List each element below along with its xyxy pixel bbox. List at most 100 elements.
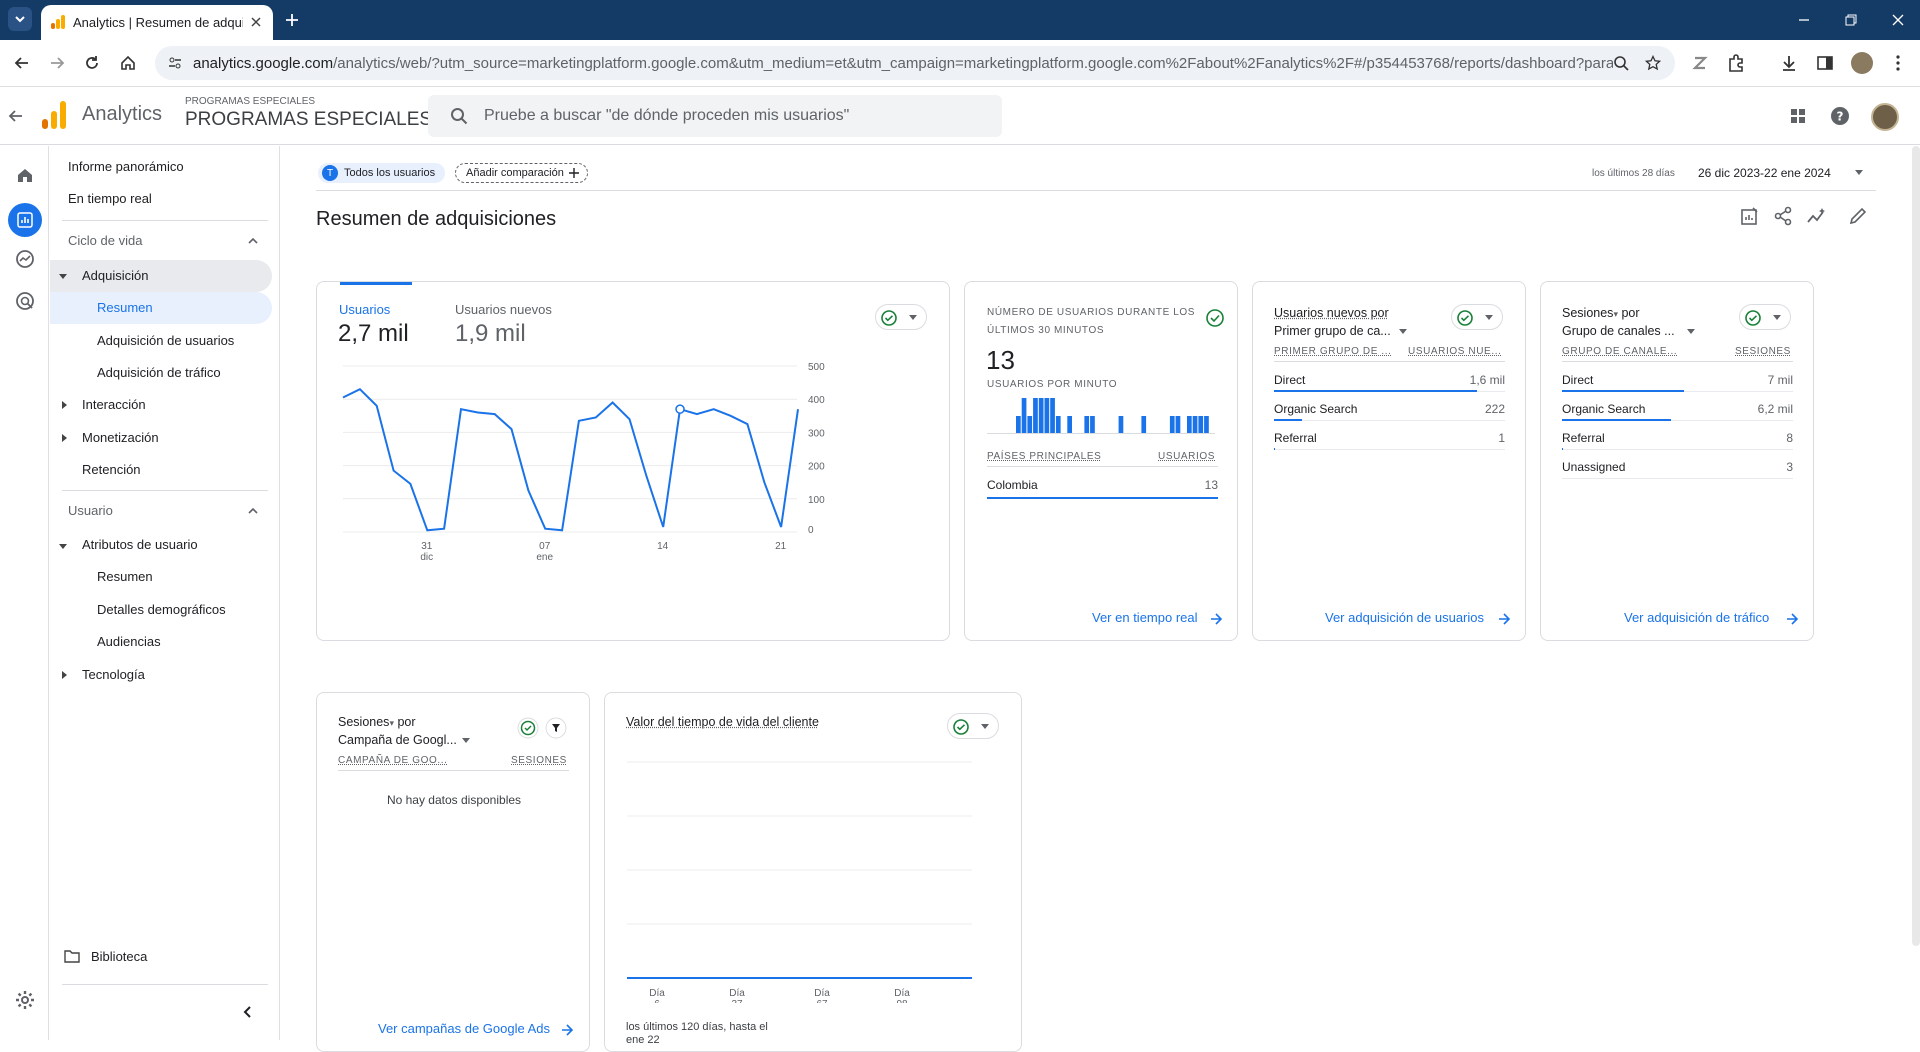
close-icon[interactable] bbox=[249, 15, 263, 29]
sidebar-item-retencion[interactable]: Retención bbox=[82, 455, 141, 485]
insights-icon[interactable] bbox=[1806, 206, 1826, 226]
row-share-bar bbox=[1562, 419, 1671, 421]
minimize-icon[interactable] bbox=[1796, 12, 1812, 28]
col-metric: USUARIOS NUE... bbox=[1408, 346, 1502, 357]
row-share-bar bbox=[1274, 448, 1275, 450]
property-selector[interactable]: PROGRAMAS ESPECIALES bbox=[185, 109, 432, 131]
sidebar-item-adquisicion-usuarios[interactable]: Adquisición de usuarios bbox=[97, 326, 234, 356]
date-range-selector[interactable]: 26 dic 2023-22 ene 2024 bbox=[1698, 166, 1831, 180]
caret-down-icon[interactable] bbox=[1398, 328, 1408, 336]
campaign-link[interactable]: Ver campañas de Google Ads bbox=[378, 1021, 550, 1036]
sessions-dimension-selector[interactable]: Grupo de canales ... bbox=[1562, 324, 1675, 338]
sidebar-item-tecnologia[interactable]: Tecnología bbox=[82, 660, 145, 690]
chevron-up-icon[interactable] bbox=[246, 504, 260, 518]
realtime-link[interactable]: Ver en tiempo real bbox=[1092, 610, 1198, 625]
sidebar-item-demograficos[interactable]: Detalles demográficos bbox=[97, 595, 226, 625]
arrow-right-icon[interactable] bbox=[1498, 613, 1510, 625]
share-icon[interactable] bbox=[1773, 206, 1793, 226]
zoom-icon[interactable] bbox=[1613, 55, 1629, 71]
window-close-icon[interactable] bbox=[1890, 12, 1906, 28]
profile-avatar[interactable] bbox=[1851, 52, 1873, 74]
side-panel-icon[interactable] bbox=[1815, 53, 1835, 73]
account-avatar[interactable] bbox=[1871, 103, 1899, 131]
compare-menu-button[interactable] bbox=[875, 304, 927, 330]
back-arrow-icon[interactable] bbox=[6, 106, 26, 126]
ltv-card: Valor del tiempo de vida del cliente Día… bbox=[604, 692, 1022, 1052]
campaign-metric-selector[interactable]: Sesiones▾ por bbox=[338, 715, 416, 729]
newusers-dimension-selector[interactable]: Primer grupo de ca... bbox=[1274, 324, 1391, 338]
check-circle-icon bbox=[1457, 310, 1473, 326]
new-tab-icon[interactable] bbox=[284, 12, 300, 28]
caret-down-icon[interactable] bbox=[1686, 328, 1696, 336]
compare-menu-button[interactable] bbox=[1451, 304, 1503, 330]
check-circle-icon[interactable] bbox=[517, 717, 539, 739]
sidebar-item-resumen-usuario[interactable]: Resumen bbox=[97, 562, 153, 592]
col-dimension: CAMPAÑA DE GOO... bbox=[338, 755, 448, 766]
home-icon[interactable] bbox=[118, 53, 138, 73]
arrow-right-icon[interactable] bbox=[1210, 613, 1222, 625]
check-circle-icon[interactable] bbox=[1205, 308, 1225, 328]
edit-pencil-icon[interactable] bbox=[1848, 206, 1868, 226]
sidebar-item-monetizacion[interactable]: Monetización bbox=[82, 423, 159, 453]
reload-icon[interactable] bbox=[82, 53, 102, 73]
reports-nav-icon[interactable] bbox=[8, 203, 42, 237]
explore-nav-icon[interactable] bbox=[15, 249, 35, 269]
tab-usuarios-nuevos-label[interactable]: Usuarios nuevos bbox=[455, 302, 552, 317]
restore-icon[interactable] bbox=[1843, 12, 1859, 28]
sidebar-item-atributos[interactable]: Atributos de usuario bbox=[82, 530, 198, 560]
arrow-right-icon[interactable] bbox=[1786, 613, 1798, 625]
sessions-metric-selector[interactable]: Sesiones▾ por bbox=[1562, 306, 1640, 320]
download-icon[interactable] bbox=[1779, 53, 1799, 73]
col-metric: SESIONES bbox=[511, 755, 567, 766]
newusers-metric[interactable]: Usuarios nuevos por bbox=[1274, 306, 1389, 320]
caret-down-icon[interactable] bbox=[461, 737, 471, 745]
caret-down-icon: ▾ bbox=[389, 718, 394, 728]
sidebar-item-resumen-active[interactable]: Resumen bbox=[97, 293, 153, 323]
compare-menu-button[interactable] bbox=[947, 713, 999, 739]
section-ciclo-de-vida[interactable]: Ciclo de vida bbox=[68, 226, 142, 256]
filter-icon[interactable] bbox=[545, 717, 567, 739]
campaign-dimension-selector[interactable]: Campaña de Googl... bbox=[338, 733, 457, 747]
admin-gear-icon[interactable] bbox=[15, 990, 35, 1010]
sidebar-item-biblioteca[interactable]: Biblioteca bbox=[91, 942, 147, 972]
bookmark-star-icon[interactable] bbox=[1645, 55, 1661, 71]
y-tick-label: 500 bbox=[808, 362, 825, 373]
caret-down-icon bbox=[1773, 315, 1781, 320]
home-nav-icon[interactable] bbox=[15, 165, 35, 185]
chrome-menu-icon[interactable] bbox=[1888, 53, 1908, 73]
segment-chip[interactable]: T Todos los usuarios bbox=[318, 163, 446, 183]
compare-menu-button[interactable] bbox=[1739, 304, 1791, 330]
tab-search-button[interactable] bbox=[8, 7, 32, 31]
sidebar-item-audiencias[interactable]: Audiencias bbox=[97, 627, 161, 657]
sidebar-item-interaccion[interactable]: Interacción bbox=[82, 390, 146, 420]
sidebar-item-adquisicion-trafico[interactable]: Adquisición de tráfico bbox=[97, 358, 221, 388]
newusers-link[interactable]: Ver adquisición de usuarios bbox=[1325, 610, 1484, 625]
advertising-nav-icon[interactable] bbox=[15, 291, 35, 311]
bar-chart-icon bbox=[17, 212, 33, 228]
sidebar-item-tiempo-real[interactable]: En tiempo real bbox=[68, 184, 152, 214]
apps-grid-icon[interactable] bbox=[1788, 106, 1808, 126]
sessions-link[interactable]: Ver adquisición de tráfico bbox=[1624, 610, 1769, 625]
add-comparison-button[interactable]: Añadir comparación bbox=[455, 163, 588, 183]
browser-tab-active[interactable]: Analytics | Resumen de adquisiciones bbox=[41, 5, 273, 40]
ltv-title[interactable]: Valor del tiempo de vida del cliente bbox=[626, 715, 819, 729]
extensions-puzzle-icon[interactable] bbox=[1726, 53, 1746, 73]
extension-z-icon[interactable] bbox=[1690, 53, 1710, 73]
section-usuario[interactable]: Usuario bbox=[68, 496, 113, 526]
address-bar[interactable]: analytics.google.com/analytics/web/?utm_… bbox=[155, 46, 1675, 80]
arrow-right-icon[interactable] bbox=[561, 1024, 573, 1036]
search-input[interactable]: Pruebe a buscar "de dónde proceden mis u… bbox=[428, 95, 1002, 137]
back-icon[interactable] bbox=[12, 53, 32, 73]
site-info-icon[interactable] bbox=[167, 55, 183, 71]
forward-icon[interactable] bbox=[47, 53, 67, 73]
segment-label: Todos los usuarios bbox=[344, 167, 436, 179]
collapse-chevron-left-icon[interactable] bbox=[240, 1004, 256, 1020]
customize-report-icon[interactable] bbox=[1740, 206, 1760, 226]
sidebar-item-informe-panoramico[interactable]: Informe panorámico bbox=[68, 152, 184, 182]
help-icon[interactable]: ? bbox=[1830, 106, 1850, 126]
sidebar-item-adquisicion[interactable]: Adquisición bbox=[82, 261, 149, 291]
tab-usuarios-label[interactable]: Usuarios bbox=[339, 302, 390, 317]
chevron-up-icon[interactable] bbox=[246, 234, 260, 248]
page-scrollbar[interactable] bbox=[1912, 146, 1920, 946]
caret-down-icon[interactable] bbox=[1854, 169, 1864, 177]
